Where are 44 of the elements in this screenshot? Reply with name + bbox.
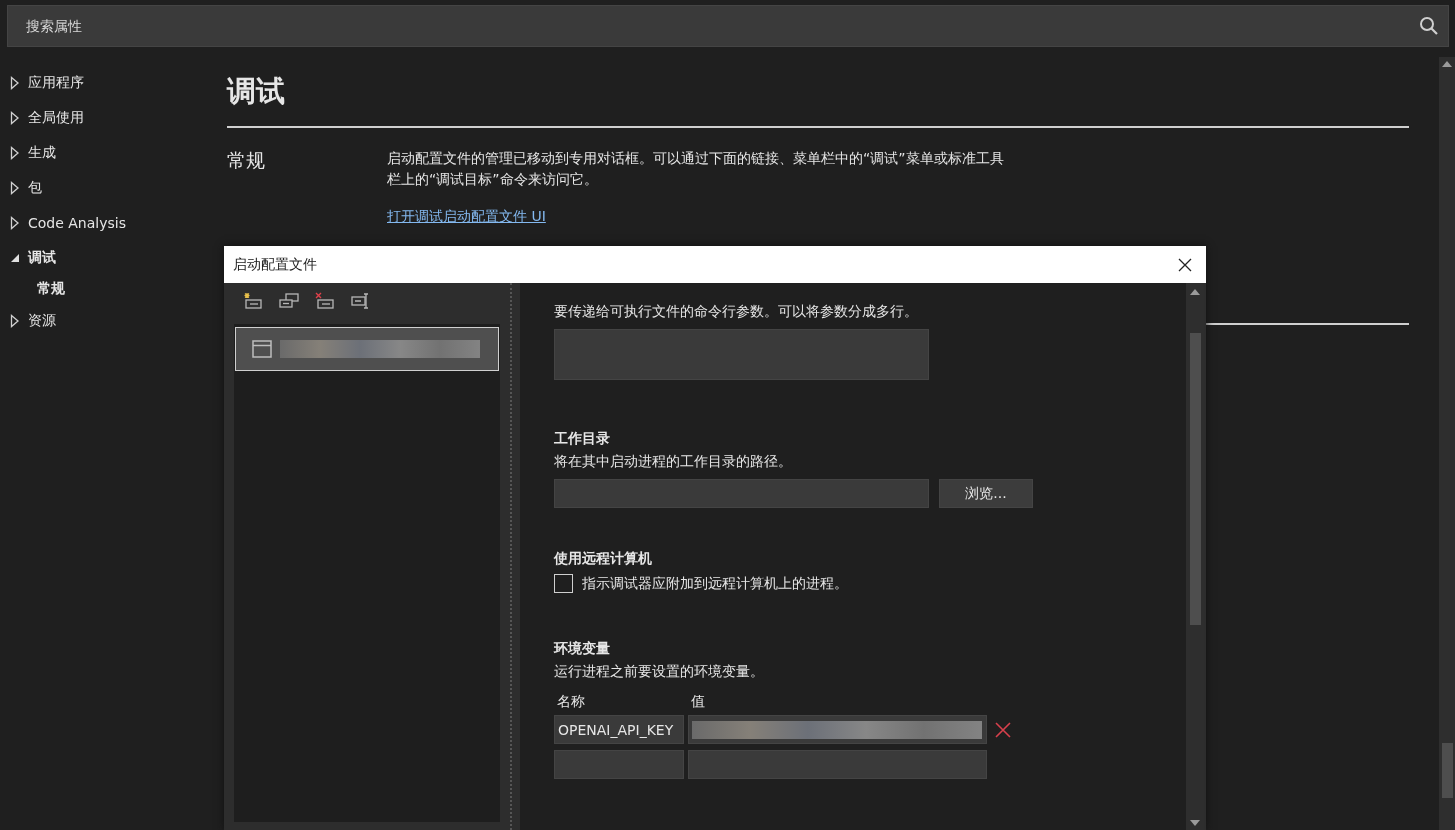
setting-heading: 使用远程计算机 [554, 549, 653, 568]
setting-description: 要传递给可执行文件的命令行参数。可以将参数分成多行。 [554, 302, 919, 321]
search-icon [1419, 16, 1439, 36]
name-field[interactable]: OPENAI_API_KEY [554, 715, 684, 744]
scroll-down-icon [1190, 820, 1200, 826]
rename-profile-icon[interactable] [351, 292, 371, 310]
scrollbar[interactable] [1439, 57, 1455, 830]
scroll-thumb[interactable] [1189, 333, 1201, 625]
value-field[interactable] [688, 715, 987, 744]
setting-description: 运行进程之前要设置的环境变量。 [554, 662, 765, 681]
name-field[interactable] [554, 750, 684, 779]
scroll-up-icon[interactable] [1442, 61, 1452, 67]
scroll-up-icon [1190, 289, 1200, 295]
checkbox-label: 指示调试器应附加到远程计算机上的进程。 [582, 574, 848, 593]
sidebar-item[interactable]: 调试 [28, 248, 56, 267]
profile-item[interactable] [235, 327, 499, 371]
sidebar-item[interactable]: 资源 [28, 311, 56, 330]
setting-description: 将在其中启动进程的工作目录的路径。 [554, 452, 793, 471]
description-text: 启动配置文件的管理已移动到专用对话框。可以通过下面的链接、菜单栏中的“调试”菜单或标准工具栏上的“调试目标”命令来访问它。 [387, 149, 1005, 189]
sidebar-item[interactable]: 包 [28, 178, 42, 197]
sidebar-item[interactable]: 应用程序 [28, 73, 84, 92]
setting-heading: 环境变量 [554, 639, 611, 658]
value-field[interactable] [688, 750, 987, 779]
link[interactable]: 打开调试启动配置文件 UI [387, 208, 546, 226]
sidebar-item[interactable]: 全局使用 [28, 108, 84, 127]
scroll-thumb[interactable] [1441, 743, 1453, 798]
checkbox[interactable] [554, 574, 573, 593]
page-title: 调试 [227, 73, 286, 110]
sidebar-item[interactable]: 生成 [28, 143, 56, 162]
delete-profile-icon[interactable] [315, 292, 335, 310]
column-header: 名称 [556, 693, 586, 709]
input-field[interactable] [554, 479, 929, 508]
search-field[interactable]: 搜索属性 [7, 5, 1449, 47]
browse-button[interactable]: 浏览... [939, 479, 1033, 508]
window-icon [252, 340, 272, 358]
sidebar-item[interactable]: Code Analysis [28, 214, 126, 231]
dialog-title: 启动配置文件 [233, 255, 317, 274]
copy-profile-icon[interactable] [279, 292, 299, 310]
remove-icon [995, 721, 1011, 738]
sidebar-item[interactable]: 常规 [37, 275, 65, 303]
section-heading: 常规 [227, 148, 266, 173]
new-profile-icon[interactable] [243, 292, 263, 310]
setting-heading: 工作目录 [554, 429, 611, 448]
column-header: 值 [690, 693, 706, 709]
